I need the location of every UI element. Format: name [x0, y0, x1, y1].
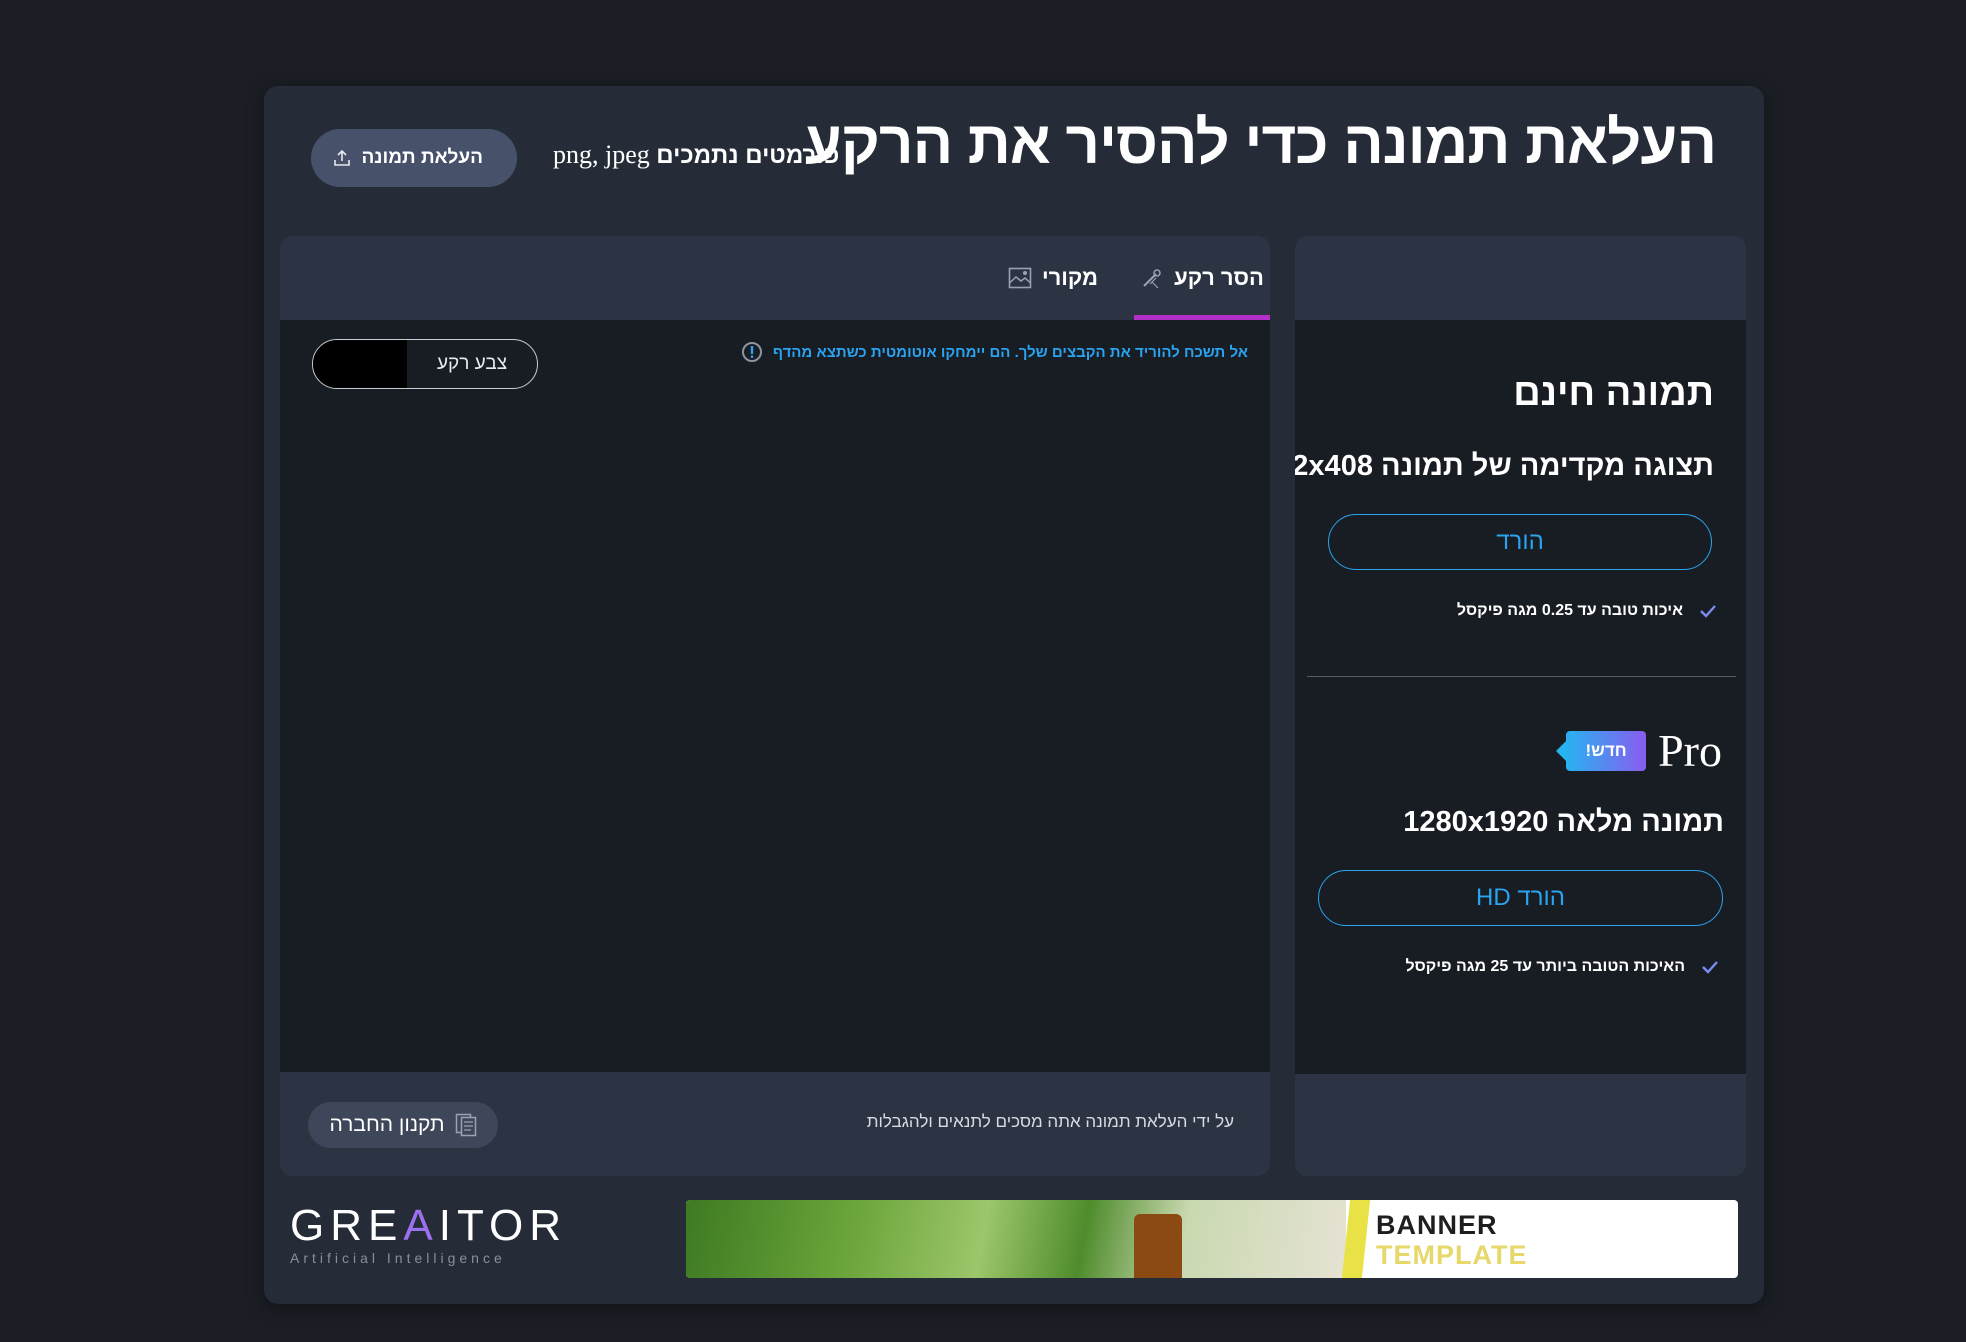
terms-text: על ידי העלאת תמונה אתה מסכים לתנאים ולהג…	[866, 1112, 1234, 1131]
supported-formats: פורמטים נתמכים png, jpeg	[553, 140, 839, 170]
editor-footer: על ידי העלאת תמונה אתה מסכים לתנאים ולהג…	[280, 1072, 1270, 1176]
new-badge: חדש!	[1556, 730, 1647, 771]
background-color-picker[interactable]: צבע רקע	[312, 339, 538, 389]
banner-stripe	[1341, 1200, 1371, 1278]
upload-button-label: העלאת תמונה	[361, 147, 483, 168]
background-color-label: צבע רקע	[436, 353, 508, 374]
upload-image-button[interactable]: העלאת תמונה	[311, 129, 517, 187]
check-icon	[1699, 604, 1717, 618]
tab-original-label: מקורי	[1041, 265, 1099, 290]
image-icon	[1008, 267, 1032, 289]
magic-wand-icon	[1140, 266, 1164, 290]
document-icon	[455, 1113, 477, 1137]
free-plan-description: תצוגה מקדימה של תמונה 612x408	[1295, 450, 1714, 482]
download-hd-button[interactable]: הורד HD	[1318, 870, 1723, 926]
tab-original[interactable]: מקורי	[1008, 236, 1098, 320]
logo-wordmark: GREAITOR	[290, 1201, 568, 1250]
check-icon	[1701, 960, 1719, 974]
tab-remove-background-label: הסר רקע	[1174, 265, 1264, 290]
pro-feature-text: האיכות הטובה ביותר עד 25 מגה פיקסל	[1405, 958, 1685, 975]
banner-bottle-image	[1134, 1214, 1182, 1278]
free-plan-feature: איכות טובה עד 0.25 מגה פיקסל	[1457, 602, 1717, 620]
tab-remove-background[interactable]: הסר רקע	[1134, 236, 1270, 320]
pro-plan-label: Pro	[1658, 725, 1722, 776]
formats-value: png, jpeg	[553, 140, 650, 169]
pricing-divider	[1307, 676, 1736, 677]
banner-subtitle: TEMPLATE	[1376, 1240, 1528, 1270]
editor-panel: הסר רקע מקורי אל תשכח להוריד את הקבצים ש…	[280, 236, 1270, 1176]
free-feature-text: איכות טובה עד 0.25 מגה פיקסל	[1456, 602, 1683, 619]
active-tab-indicator	[1134, 315, 1270, 320]
free-plan-title: תמונה חינם	[1513, 372, 1714, 414]
greaitor-logo: GREAITOR Artificial Intelligence	[290, 1201, 568, 1267]
company-bylaws-button[interactable]: תקנון החברה	[308, 1102, 498, 1148]
pro-plan-feature: האיכות הטובה ביותר עד 25 מגה פיקסל	[1405, 958, 1719, 976]
formats-label: פורמטים נתמכים	[656, 142, 840, 169]
notice-text: אל תשכח להוריד את הקבצים שלך. הם יימחקו …	[772, 343, 1248, 361]
editor-tabbar: הסר רקע מקורי	[280, 236, 1270, 320]
banner-photo	[686, 1200, 1346, 1278]
pro-plan-heading: Pro חדש!	[1556, 724, 1722, 777]
page-title: העלאת תמונה כדי להסיר את הרקע	[804, 109, 1717, 176]
pricing-footer	[1295, 1074, 1746, 1176]
main-card: העלאת תמונה כדי להסיר את הרקע פורמטים נת…	[264, 86, 1764, 1304]
bylaws-label: תקנון החברה	[329, 1113, 445, 1136]
download-free-button[interactable]: הורד	[1328, 514, 1712, 570]
banner-title: BANNER	[1376, 1210, 1498, 1240]
pricing-header	[1295, 236, 1746, 320]
background-color-swatch[interactable]	[313, 340, 407, 388]
info-icon	[741, 341, 763, 363]
ad-banner[interactable]: BANNER TEMPLATE	[686, 1200, 1738, 1278]
download-notice: אל תשכח להוריד את הקבצים שלך. הם יימחקו …	[741, 341, 1248, 363]
pricing-panel: תמונה חינם תצוגה מקדימה של תמונה 612x408…	[1295, 236, 1746, 1176]
logo-tagline: Artificial Intelligence	[290, 1250, 506, 1266]
pro-plan-description: תמונה מלאה 1280x1920	[1403, 806, 1724, 838]
upload-icon	[333, 149, 351, 167]
